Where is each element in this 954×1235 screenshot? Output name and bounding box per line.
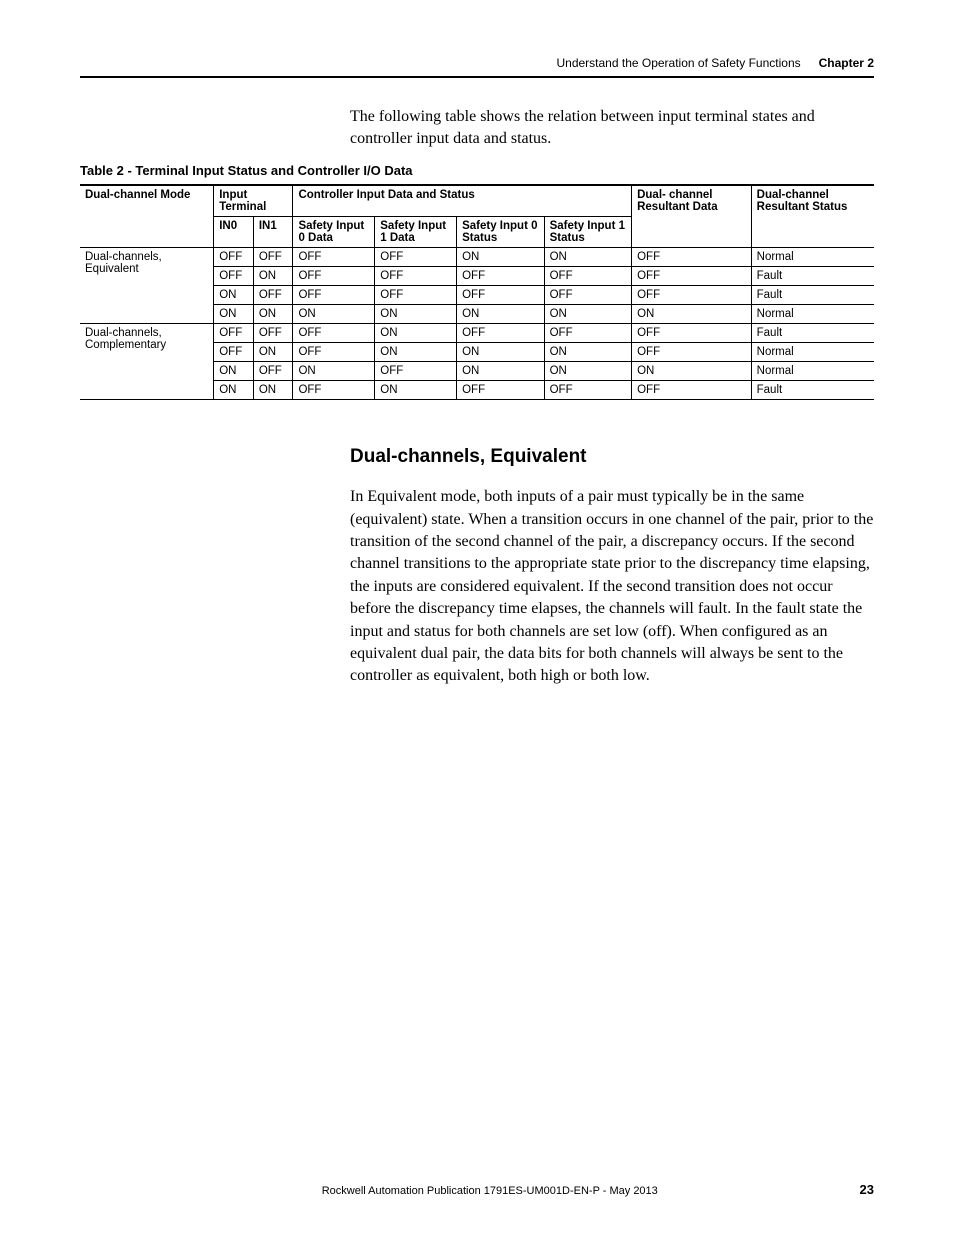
col-s1s: Safety Input 1 Status (544, 217, 632, 248)
cell-in1: ON (253, 267, 293, 286)
footer-publication: Rockwell Automation Publication 1791ES-U… (120, 1185, 860, 1197)
col-mode: Dual-channel Mode (80, 185, 214, 248)
cell-s0d: OFF (293, 267, 375, 286)
mode-cell: Dual-channels, Complementary (80, 324, 214, 400)
cell-in1: OFF (253, 248, 293, 267)
cell-in0: ON (214, 305, 254, 324)
col-s0d: Safety Input 0 Data (293, 217, 375, 248)
cell-rd: OFF (632, 343, 752, 362)
footer-page-number: 23 (860, 1182, 874, 1197)
cell-s1s: OFF (544, 324, 632, 343)
cell-in1: ON (253, 305, 293, 324)
header-section-title: Understand the Operation of Safety Funct… (556, 56, 800, 70)
cell-s1d: ON (375, 343, 457, 362)
cell-s1s: ON (544, 248, 632, 267)
cell-rs: Normal (751, 305, 874, 324)
cell-s0d: OFF (293, 381, 375, 400)
cell-in0: ON (214, 381, 254, 400)
header-chapter: Chapter 2 (819, 56, 874, 70)
cell-rs: Normal (751, 362, 874, 381)
cell-s0d: ON (293, 362, 375, 381)
cell-s0d: OFF (293, 286, 375, 305)
table-row: Dual-channels, ComplementaryOFFOFFOFFONO… (80, 324, 874, 343)
cell-s1s: ON (544, 305, 632, 324)
cell-s1s: OFF (544, 286, 632, 305)
cell-in1: ON (253, 343, 293, 362)
cell-in1: OFF (253, 324, 293, 343)
cell-rs: Normal (751, 248, 874, 267)
section-heading: Dual-channels, Equivalent (350, 446, 874, 468)
cell-rd: ON (632, 305, 752, 324)
col-s0s: Safety Input 0 Status (457, 217, 545, 248)
cell-s1d: ON (375, 381, 457, 400)
cell-in0: OFF (214, 324, 254, 343)
cell-rd: OFF (632, 381, 752, 400)
cell-s1d: ON (375, 324, 457, 343)
cell-rs: Fault (751, 267, 874, 286)
cell-s1s: ON (544, 343, 632, 362)
cell-s1d: OFF (375, 362, 457, 381)
page-footer: Rockwell Automation Publication 1791ES-U… (80, 1182, 874, 1197)
cell-in0: ON (214, 286, 254, 305)
cell-s0s: ON (457, 248, 545, 267)
cell-in0: OFF (214, 343, 254, 362)
cell-rs: Fault (751, 286, 874, 305)
col-dc-result-data: Dual- channel Resultant Data (632, 185, 752, 248)
cell-s1s: OFF (544, 381, 632, 400)
col-s1d: Safety Input 1 Data (375, 217, 457, 248)
col-dc-result-status: Dual-channel Resultant Status (751, 185, 874, 248)
cell-s0s: OFF (457, 381, 545, 400)
io-data-table: Dual-channel Mode Input Terminal Control… (80, 184, 874, 400)
cell-s1d: OFF (375, 248, 457, 267)
table-caption: Table 2 - Terminal Input Status and Cont… (80, 163, 874, 178)
cell-rd: OFF (632, 324, 752, 343)
intro-paragraph: The following table shows the relation b… (350, 106, 874, 149)
cell-rd: ON (632, 362, 752, 381)
cell-s0s: OFF (457, 286, 545, 305)
mode-cell: Dual-channels, Equivalent (80, 248, 214, 324)
cell-s1d: OFF (375, 267, 457, 286)
cell-s1s: OFF (544, 267, 632, 286)
col-in0: IN0 (214, 217, 254, 248)
header-rule: Understand the Operation of Safety Funct… (80, 56, 874, 78)
cell-s1s: ON (544, 362, 632, 381)
cell-rd: OFF (632, 248, 752, 267)
cell-s0s: OFF (457, 267, 545, 286)
cell-in0: ON (214, 362, 254, 381)
cell-s0d: OFF (293, 343, 375, 362)
cell-in0: OFF (214, 248, 254, 267)
cell-s0d: OFF (293, 248, 375, 267)
col-controller: Controller Input Data and Status (293, 185, 632, 217)
col-in1: IN1 (253, 217, 293, 248)
cell-in0: OFF (214, 267, 254, 286)
cell-rs: Fault (751, 324, 874, 343)
cell-rd: OFF (632, 267, 752, 286)
section-body: In Equivalent mode, both inputs of a pai… (350, 486, 874, 688)
cell-s0d: ON (293, 305, 375, 324)
cell-s1d: ON (375, 305, 457, 324)
cell-rs: Normal (751, 343, 874, 362)
cell-rd: OFF (632, 286, 752, 305)
cell-s1d: OFF (375, 286, 457, 305)
cell-s0s: ON (457, 362, 545, 381)
cell-s0d: OFF (293, 324, 375, 343)
cell-in1: OFF (253, 286, 293, 305)
cell-s0s: ON (457, 305, 545, 324)
cell-rs: Fault (751, 381, 874, 400)
col-input-terminal: Input Terminal (214, 185, 293, 217)
cell-in1: OFF (253, 362, 293, 381)
cell-s0s: ON (457, 343, 545, 362)
cell-s0s: OFF (457, 324, 545, 343)
cell-in1: ON (253, 381, 293, 400)
table-row: Dual-channels, EquivalentOFFOFFOFFOFFONO… (80, 248, 874, 267)
